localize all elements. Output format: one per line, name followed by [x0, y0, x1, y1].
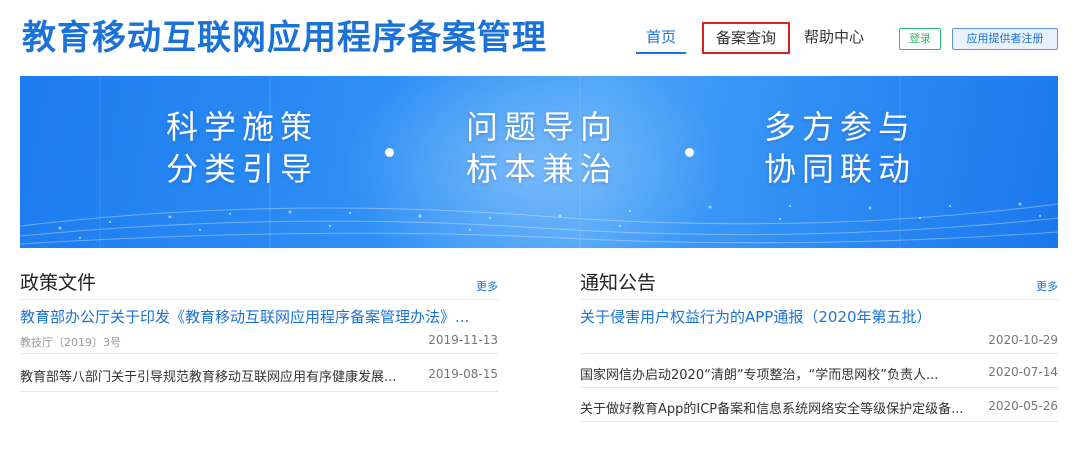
- banner-separator-dot: [685, 148, 694, 157]
- slogan-3-line-1: 多方参与: [764, 108, 917, 146]
- nav-record-query-link[interactable]: 备案查询: [702, 22, 790, 54]
- banner-slogan-2: 问题导向 标本兼治: [466, 106, 618, 190]
- slogan-3-line-2: 协同联动: [764, 150, 917, 188]
- policy-item-title[interactable]: 教育部办公厅关于印发《教育移动互联网应用程序备案管理办法》...: [20, 306, 498, 327]
- policy-item-date: 2019-08-15: [428, 367, 498, 381]
- slogan-2-line-2: 标本兼治: [466, 150, 619, 188]
- banner-slogan-3: 多方参与 协同联动: [764, 106, 916, 190]
- nav-home-link[interactable]: 首页: [636, 22, 686, 54]
- site-header: 教育移动互联网应用程序备案管理 首页 备案查询 帮助中心 登录 应用提供者注册: [0, 0, 1080, 76]
- policy-item-doc-number: 教技厅〔2019〕3号: [20, 336, 121, 349]
- policy-section-title: 政策文件: [20, 272, 97, 294]
- policy-section-header: 政策文件 更多: [20, 270, 498, 300]
- notice-item-date: 2020-07-14: [988, 365, 1058, 379]
- notice-list-item[interactable]: 国家网信办启动2020“清朗”专项整治，“学而思网校”负责人... 2020-0…: [580, 354, 1058, 388]
- policy-item-date: 2019-11-13: [428, 333, 498, 347]
- notice-list-item[interactable]: 关于做好教育App的ICP备案和信息系统网络安全等级保护定级备... 2020-…: [580, 388, 1058, 422]
- notices-section: 通知公告 更多 关于侵害用户权益行为的APP通报（2020年第五批） 2020-…: [580, 270, 1058, 422]
- policy-documents-section: 政策文件 更多 教育部办公厅关于印发《教育移动互联网应用程序备案管理办法》...…: [20, 270, 498, 392]
- notice-more-link[interactable]: 更多: [1036, 278, 1058, 294]
- policy-more-link[interactable]: 更多: [476, 278, 498, 294]
- banner-slogan-1: 科学施策 分类引导: [166, 106, 318, 190]
- login-button[interactable]: 登录: [899, 28, 941, 50]
- slogan-2-line-1: 问题导向: [466, 108, 619, 146]
- policy-list-item[interactable]: 教育部等八部门关于引导规范教育移动互联网应用有序健康发展... 2019-08-…: [20, 354, 498, 392]
- notice-item-date: 2020-05-26: [988, 399, 1058, 413]
- slogan-1-line-2: 分类引导: [166, 150, 319, 188]
- notice-section-title: 通知公告: [580, 272, 657, 294]
- hero-banner: 科学施策 分类引导 问题导向 标本兼治 多方参与 协同联动: [20, 76, 1058, 248]
- banner-separator-dot: [385, 148, 394, 157]
- slogan-1-line-1: 科学施策: [166, 108, 319, 146]
- provider-register-button[interactable]: 应用提供者注册: [952, 28, 1058, 50]
- notice-item-title[interactable]: 关于做好教育App的ICP备案和信息系统网络安全等级保护定级备...: [580, 398, 978, 417]
- policy-list-item[interactable]: 教育部办公厅关于印发《教育移动互联网应用程序备案管理办法》... 教技厅〔201…: [20, 300, 498, 354]
- nav-help-center-link[interactable]: 帮助中心: [798, 22, 870, 54]
- notice-item-date: 2020-10-29: [988, 333, 1058, 347]
- notice-item-title[interactable]: 国家网信办启动2020“清朗”专项整治，“学而思网校”负责人...: [580, 364, 978, 383]
- policy-item-title[interactable]: 教育部等八部门关于引导规范教育移动互联网应用有序健康发展...: [20, 366, 420, 385]
- notice-item-title[interactable]: 关于侵害用户权益行为的APP通报（2020年第五批）: [580, 306, 1058, 327]
- site-title[interactable]: 教育移动互联网应用程序备案管理: [22, 16, 547, 60]
- notice-list-item[interactable]: 关于侵害用户权益行为的APP通报（2020年第五批） 2020-10-29: [580, 300, 1058, 354]
- notice-section-header: 通知公告 更多: [580, 270, 1058, 300]
